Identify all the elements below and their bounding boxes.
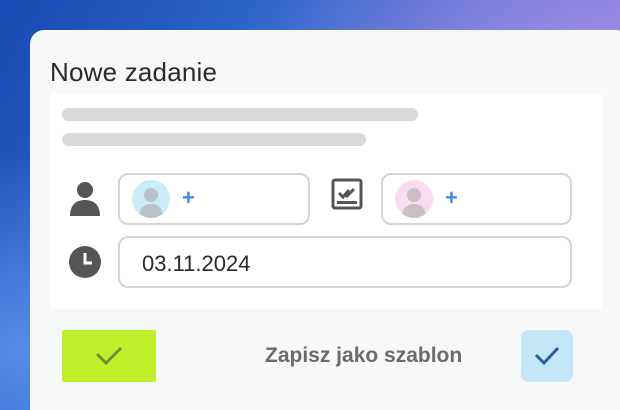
- confirm-button[interactable]: [62, 330, 156, 382]
- due-date-value: 03.11.2024: [142, 251, 251, 276]
- checkmark-icon: [534, 346, 560, 366]
- verifier-selector[interactable]: +: [381, 173, 572, 225]
- dialog-title: Nowe zadanie: [50, 57, 218, 87]
- checkmark-document-icon: [331, 178, 363, 210]
- save-as-template-label: Zapisz jako szablon: [265, 344, 463, 367]
- add-verifier-button[interactable]: +: [445, 185, 458, 211]
- new-task-dialog: Nowe zadanie + + 03.11.2024 Zapisz jako …: [30, 30, 620, 410]
- form-panel: + + 03.11.2024: [50, 93, 602, 309]
- checkmark-icon: [95, 346, 123, 366]
- person-icon: [70, 182, 100, 216]
- add-responsible-button[interactable]: +: [182, 185, 195, 211]
- due-date-field[interactable]: 03.11.2024: [118, 236, 572, 288]
- clock-icon: [69, 246, 101, 278]
- description-placeholder-line: [62, 133, 366, 146]
- responsible-selector[interactable]: +: [118, 173, 310, 225]
- description-placeholder-line: [62, 108, 418, 121]
- avatar: [395, 180, 433, 218]
- avatar: [132, 180, 170, 218]
- save-as-template-checkbox[interactable]: [521, 330, 573, 382]
